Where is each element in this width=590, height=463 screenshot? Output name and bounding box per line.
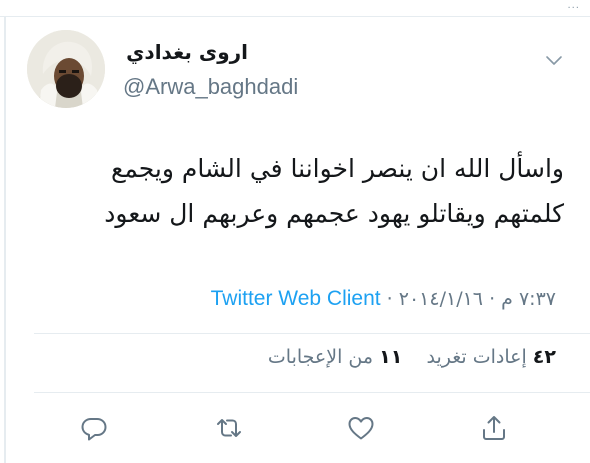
heart-icon[interactable] xyxy=(345,412,377,444)
left-rule xyxy=(4,16,6,463)
client-link[interactable]: Twitter Web Client xyxy=(211,287,381,310)
likes-label: من الإعجابات xyxy=(267,346,374,368)
retweets-label: إعادات تغريد xyxy=(426,346,527,368)
share-icon[interactable] xyxy=(478,412,510,444)
tweet-text: واسأل الله ان ينصر اخواننا في الشام ويجم… xyxy=(34,146,564,236)
retweet-icon[interactable] xyxy=(213,412,245,444)
tweet-stats: ٤٢ إعادات تغريد ١١ من الإعجابات xyxy=(268,346,556,368)
chevron-down-icon[interactable] xyxy=(545,52,563,66)
retweets-stat[interactable]: ٤٢ إعادات تغريد xyxy=(420,346,556,368)
tweet-text-line: واسأل الله ان ينصر اخواننا في الشام ويجم… xyxy=(111,154,564,183)
tweet-date[interactable]: ٢٠١٤/١/١٦ xyxy=(399,288,483,310)
retweets-count: ٤٢ xyxy=(532,346,556,368)
avatar[interactable] xyxy=(27,30,105,108)
reply-icon[interactable] xyxy=(78,412,110,444)
tweet-metadata: ٧:٣٧ م · ٢٠١٤/١/١٦ · Twitter Web Client xyxy=(211,287,556,311)
top-border xyxy=(0,16,590,17)
likes-stat[interactable]: ١١ من الإعجابات xyxy=(268,346,402,368)
user-handle[interactable]: @Arwa_baghdadi xyxy=(123,74,298,100)
tweet-time[interactable]: ٧:٣٧ م xyxy=(501,288,556,310)
display-name[interactable]: اروى بغدادي xyxy=(126,40,248,64)
tweet-text-line: كلمتهم ويقاتلو يهود عجمهم وعربهم ال سعود xyxy=(104,199,564,228)
divider xyxy=(34,333,590,334)
likes-count: ١١ xyxy=(379,346,403,368)
meta-separator: · xyxy=(386,288,393,310)
divider xyxy=(34,392,590,393)
tweet-detail-page: ... اروى بغدادي @Arwa_baghdadi واسأل الل… xyxy=(0,0,590,463)
overflow-dots: ... xyxy=(567,0,580,11)
meta-separator: · xyxy=(489,288,496,310)
avatar-image xyxy=(27,30,105,108)
